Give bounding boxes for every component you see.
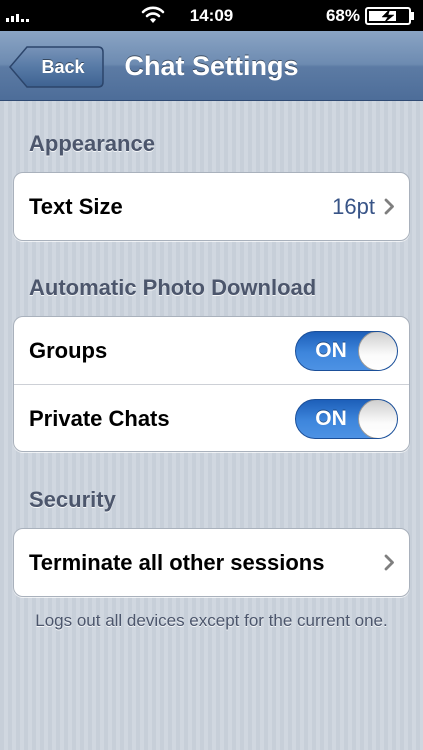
terminate-sessions-label: Terminate all other sessions (29, 550, 325, 575)
groups-label: Groups (29, 338, 108, 363)
private-chats-row: Private Chats ON (14, 384, 409, 451)
toggle-knob (358, 332, 397, 370)
groups-toggle[interactable]: ON (295, 331, 398, 371)
private-chats-label: Private Chats (29, 406, 170, 431)
section-header-security: Security (29, 487, 116, 512)
chevron-right-icon (384, 554, 394, 571)
private-chats-toggle-state: ON (315, 407, 347, 430)
back-button[interactable]: Back (8, 45, 105, 89)
terminate-sessions-footnote: Logs out all devices except for the curr… (35, 611, 388, 630)
settings-content: Appearance Text Size 16pt Automatic Phot… (0, 101, 423, 750)
photo-download-group: Groups ON Private Chats ON (13, 316, 410, 452)
section-header-appearance: Appearance (29, 131, 155, 156)
toggle-knob (358, 400, 397, 438)
text-size-row[interactable]: Text Size 16pt (14, 173, 409, 240)
back-button-label: Back (41, 57, 85, 77)
security-group: Terminate all other sessions (13, 528, 410, 597)
terminate-sessions-row[interactable]: Terminate all other sessions (14, 529, 409, 596)
chevron-right-icon (384, 198, 394, 215)
text-size-value: 16pt (332, 194, 375, 219)
status-bar: 14:09 68% (0, 0, 423, 31)
battery-percentage: 68% (325, 6, 360, 25)
navigation-bar: Chat Settings Back (0, 31, 423, 101)
appearance-group: Text Size 16pt (13, 172, 410, 241)
section-header-photo-download: Automatic Photo Download (29, 275, 317, 300)
private-chats-toggle[interactable]: ON (295, 399, 398, 439)
groups-row: Groups ON (14, 317, 409, 384)
battery-charging-icon (365, 7, 414, 25)
groups-toggle-state: ON (315, 339, 347, 362)
text-size-label: Text Size (29, 194, 123, 219)
chat-settings-screen: 14:09 68% Chat Settings Back Appearance … (0, 0, 423, 750)
